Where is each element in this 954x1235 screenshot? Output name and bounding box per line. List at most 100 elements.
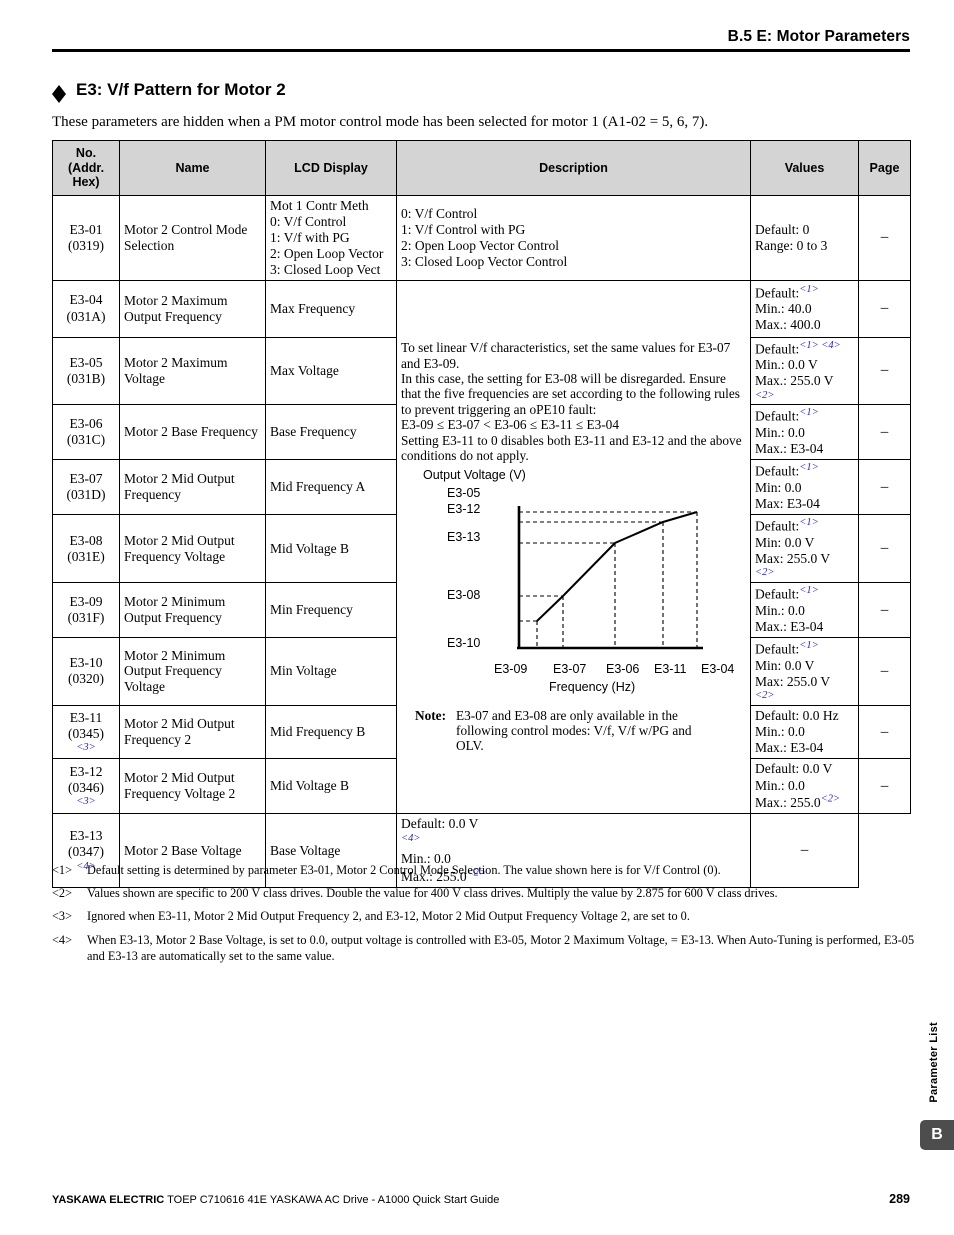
section-title: E3: V/f Pattern for Motor 2 <box>76 80 286 99</box>
chart-x-tick-e3-07: E3-07 <box>553 661 587 676</box>
cell-param-name: Motor 2 Mid Output Frequency Voltage <box>119 514 266 584</box>
param-no: E3-13 <box>69 828 103 844</box>
param-no: E3-05 <box>69 354 103 370</box>
section-intro: These parameters are hidden when a PM mo… <box>52 114 709 130</box>
value-default-footnote: <1> <box>799 517 819 529</box>
cell-param-no: E3-10 (0320) <box>52 637 120 706</box>
page-footer: YASKAWA ELECTRIC TOEP C710616 41E YASKAW… <box>52 1192 910 1206</box>
desc-para-2: In this case, the setting for E3-08 will… <box>401 371 740 417</box>
value-min: Min.: 40.0 <box>755 301 812 317</box>
cell-values: Default:<1> Min: 0.0 V Max: 255.0 V <2> <box>750 637 859 706</box>
footer-page-number: 289 <box>889 1192 910 1206</box>
cell-lcd-display: Min Frequency <box>265 582 397 639</box>
value-min: Min.: 0.0 <box>755 777 805 793</box>
value-min: Min.: 0.0 <box>755 723 805 739</box>
value-default: Default: 0.0 V <box>755 761 833 777</box>
footnote-marker: <3> <box>52 909 73 924</box>
cell-values: Default:<1> Min: 0.0 V Max: 255.0 V <2> <box>750 514 859 584</box>
value-default: Default: <box>755 408 800 424</box>
value-default-footnote: <1> <box>799 585 819 597</box>
value-min: Min: 0.0 <box>755 480 802 496</box>
value-min: Min: 0.0 V <box>755 535 815 551</box>
value-max: Max.: 255.0 V <box>755 373 834 389</box>
cell-page: – <box>858 758 911 815</box>
param-footnote: <3> <box>76 796 96 808</box>
value-max: Max.: E3-04 <box>755 740 824 756</box>
cell-values: Default: 0 Range: 0 to 3 <box>750 195 859 281</box>
table-row: E3-04 (031A) Motor 2 Maximum Output Freq… <box>52 279 911 815</box>
value-default: Default: 0.0 V <box>401 816 479 832</box>
param-no: E3-11 <box>69 709 103 725</box>
footnote-item: <4> When E3-13, Motor 2 Base Voltage, is… <box>52 932 922 964</box>
value-default-footnote: <1> <box>799 283 819 295</box>
desc-para-1: To set linear V/f characteristics, set t… <box>401 340 731 371</box>
footnotes-list: <1> Default setting is determined by par… <box>52 862 922 971</box>
parameter-table: No. (Addr. Hex) Name LCD Display Descrip… <box>52 140 911 889</box>
note-text: E3-07 and E3-08 are only available in th… <box>456 707 692 754</box>
chart-x-axis-title: Frequency (Hz) <box>549 679 636 694</box>
footnote-text: Ignored when E3-11, Motor 2 Mid Output F… <box>87 909 690 924</box>
footnote-item: <2> Values shown are specific to 200 V c… <box>52 885 922 901</box>
value-default: Default: <box>755 341 800 357</box>
value-max: Max: 255.0 V <box>755 551 831 567</box>
cell-param-name: Motor 2 Base Frequency <box>119 404 266 461</box>
value-default-footnote: <1> <4> <box>799 339 841 351</box>
col-header-values: Values <box>750 140 859 196</box>
cell-lcd-display: Max Voltage <box>265 336 397 406</box>
value-min: Min.: 0.0 <box>755 602 805 618</box>
footnote-marker: <4> <box>52 932 73 947</box>
footnote-marker: <1> <box>52 863 73 877</box>
footnote-item: <1> Default setting is determined by par… <box>52 862 922 878</box>
footnote-marker: <2> <box>52 886 73 901</box>
value-max: Max.: 400.0 <box>755 317 821 333</box>
chart-vf-curve <box>536 510 698 622</box>
footer-text: YASKAWA ELECTRIC TOEP C710616 41E YASKAW… <box>52 1194 499 1206</box>
cell-param-no: E3-12 (0346) <3> <box>52 758 120 815</box>
cell-values: Default: 0.0 V Min.: 0.0 Max.: 255.0<2> <box>750 758 859 815</box>
value-min: Min.: 0.0 V <box>755 357 818 373</box>
cell-description: 0: V/f Control 1: V/f Control with PG 2:… <box>396 195 751 281</box>
param-addr: (0347) <box>68 844 104 860</box>
cell-param-no: E3-06 (031C) <box>52 404 120 461</box>
desc-para-3: E3-09 ≤ E3-07 < E3-06 ≤ E3-11 ≤ E3-04 <box>401 417 619 433</box>
cell-param-no: E3-05 (031B) <box>52 336 120 406</box>
param-addr: (031B) <box>66 370 106 386</box>
cell-param-name: Motor 2 Maximum Voltage <box>119 336 266 406</box>
side-tab-letter: B <box>920 1120 954 1150</box>
diamond-bullet-icon <box>52 78 66 103</box>
param-footnote: <3> <box>76 741 96 753</box>
param-no: E3-12 <box>69 763 103 779</box>
cell-param-no: E3-09 (031F) <box>52 582 120 639</box>
footer-document: TOEP C710616 41E YASKAWA AC Drive - A100… <box>167 1194 500 1206</box>
value-default-footnote: <4> <box>401 832 421 844</box>
cell-values: Default:<1> Min.: 40.0 Max.: 400.0 <box>750 279 859 338</box>
param-addr: (031C) <box>66 432 106 448</box>
cell-param-name: Motor 2 Mid Output Frequency Voltage 2 <box>119 758 266 815</box>
value-default: Default: <box>755 463 800 479</box>
chart-x-tick-e3-11: E3-11 <box>654 661 687 676</box>
value-max: Max.: 255.0 <box>755 795 821 811</box>
col-header-no-l2: (Addr. <box>67 160 105 175</box>
param-addr: (0320) <box>68 671 104 687</box>
value-default: Default: <box>755 586 800 602</box>
cell-values: Default:<1> <4> Min.: 0.0 V Max.: 255.0 … <box>750 336 859 406</box>
param-no: E3-06 <box>69 416 103 432</box>
cell-description-merged: To set linear V/f characteristics, set t… <box>396 279 751 815</box>
value-default: Default: <box>755 641 800 657</box>
cell-lcd-display: Mid Voltage B <box>265 758 397 815</box>
value-default: Default: 0.0 Hz <box>755 707 839 723</box>
running-title: B.5 E: Motor Parameters <box>727 28 910 45</box>
chart-x-tick-e3-04: E3-04 <box>701 661 735 676</box>
param-no: E3-04 <box>69 292 103 308</box>
value-default-footnote: <1> <box>799 640 819 652</box>
col-header-description: Description <box>396 140 751 196</box>
cell-lcd-display: Mid Frequency B <box>265 704 397 760</box>
cell-page: – <box>858 459 911 516</box>
description-note: Note: E3-07 and E3-08 are only available… <box>401 708 746 754</box>
cell-param-name: Motor 2 Minimum Output Frequency Voltage <box>119 637 266 706</box>
value-max: Max: E3-04 <box>755 496 820 512</box>
side-tab-label: Parameter List <box>928 1022 940 1103</box>
param-no: E3-07 <box>69 471 103 487</box>
cell-values: Default:<1> Min: 0.0 Max: E3-04 <box>750 459 859 516</box>
col-header-page: Page <box>858 140 911 196</box>
